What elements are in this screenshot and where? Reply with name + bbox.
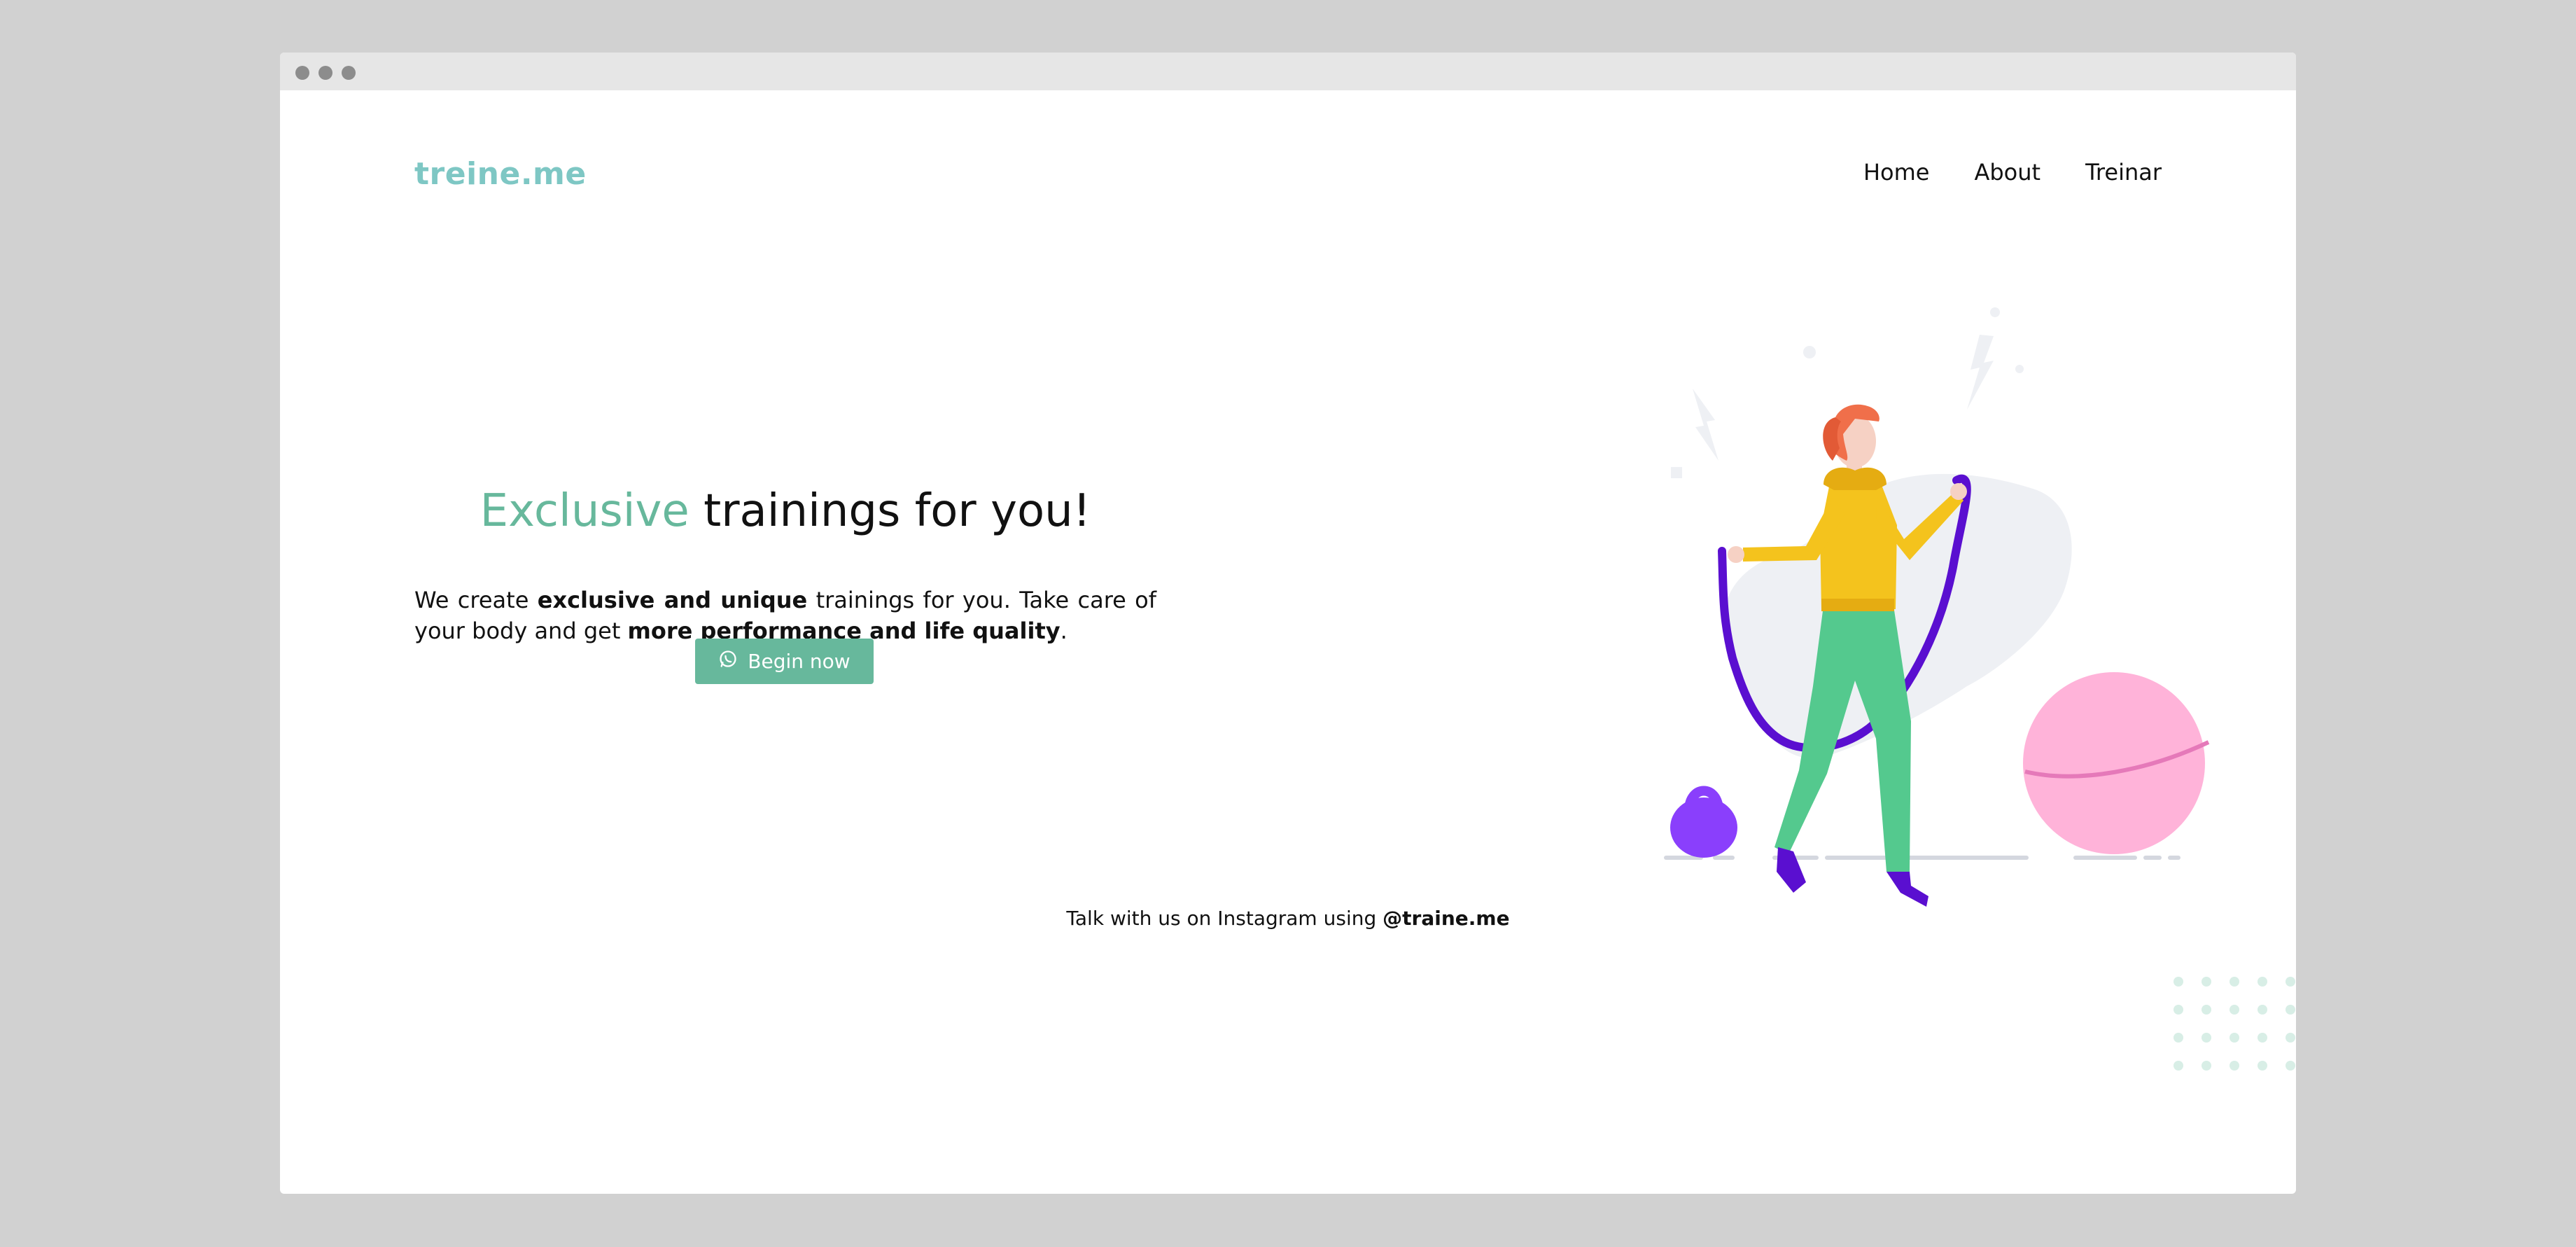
fitness-illustration xyxy=(1664,307,2210,907)
begin-now-button[interactable]: Begin now xyxy=(695,639,874,684)
whatsapp-icon xyxy=(718,649,738,674)
window-control-dot[interactable] xyxy=(342,66,356,80)
begin-now-label: Begin now xyxy=(748,650,850,673)
exercise-ball xyxy=(2023,672,2210,854)
figure-torso xyxy=(1820,480,1897,609)
window-control-dot[interactable] xyxy=(318,66,332,80)
browser-window: treine.me Home About Treinar Exclusive t… xyxy=(280,53,2296,1194)
desc-text: . xyxy=(1060,618,1068,644)
window-control-dot[interactable] xyxy=(295,66,309,80)
decor-dot xyxy=(1803,346,1816,358)
instagram-handle-link[interactable]: @traine.me xyxy=(1382,907,1509,930)
figure-waistband xyxy=(1821,599,1894,611)
site-logo[interactable]: treine.me xyxy=(414,156,587,192)
main-nav: Home About Treinar xyxy=(1863,159,2162,186)
window-titlebar xyxy=(280,53,2296,90)
hero-title-rest: trainings for you! xyxy=(689,485,1091,537)
figure-hood xyxy=(1823,467,1886,490)
dot-grid-decoration xyxy=(2174,977,2295,1071)
nav-item-treinar[interactable]: Treinar xyxy=(2085,159,2162,186)
kettlebell xyxy=(1670,786,1737,858)
hero-title-accent: Exclusive xyxy=(479,485,690,537)
decor-dot xyxy=(2015,365,2024,373)
desc-text: We create xyxy=(414,587,538,613)
shoe xyxy=(1777,847,1806,893)
lightning-icon xyxy=(1967,335,1994,410)
shoe xyxy=(1886,872,1928,907)
hero-title: Exclusive trainings for you! xyxy=(414,485,1156,537)
decor-dot xyxy=(1990,307,2000,317)
figure-hand xyxy=(1728,546,1744,563)
nav-item-about[interactable]: About xyxy=(1974,159,2040,186)
decor-square xyxy=(1671,467,1682,478)
footer-text: Talk with us on Instagram using xyxy=(1066,907,1383,930)
lightning-icon xyxy=(1693,389,1718,461)
desc-emphasis: exclusive and unique xyxy=(537,587,808,613)
nav-item-home[interactable]: Home xyxy=(1863,159,1930,186)
figure-hand xyxy=(1950,483,1967,500)
hero-description: We create exclusive and unique trainings… xyxy=(414,585,1156,646)
